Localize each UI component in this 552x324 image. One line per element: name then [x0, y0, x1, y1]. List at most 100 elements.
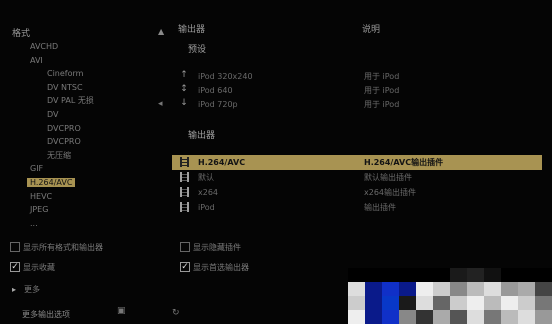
show-favorites-label: 显示收藏 — [23, 263, 55, 272]
show-all-label: 显示所有格式和输出器 — [23, 243, 103, 252]
preset-name: iPod 320x240 — [198, 72, 253, 81]
mosaic-cell — [382, 296, 399, 310]
tree-item-label: JPEG — [30, 205, 49, 215]
show-preferred-checkbox[interactable]: ✓ — [180, 261, 190, 272]
mosaic-cell — [484, 310, 501, 324]
mosaic-cell — [467, 282, 484, 296]
pixelated-region — [348, 268, 552, 324]
collapse-arrow-icon[interactable]: ◂ — [158, 99, 163, 109]
show-all-option[interactable]: 显示所有格式和输出器 — [10, 241, 103, 254]
exporter-row[interactable]: H.264/AVC H.264/AVC输出插件 — [172, 155, 542, 170]
exporter-name: 默认 — [198, 173, 214, 182]
mosaic-cell — [416, 282, 433, 296]
tree-item[interactable]: HEVC — [0, 190, 170, 204]
show-favorites-checkbox[interactable]: ✓ — [10, 261, 20, 272]
refresh-icon[interactable]: ↻ — [172, 308, 180, 318]
show-preferred-option[interactable]: ✓ 显示首选输出器 — [180, 261, 249, 274]
mosaic-cell — [501, 282, 518, 296]
mosaic-cell — [484, 296, 501, 310]
format-column-header[interactable]: 格式 — [12, 26, 30, 39]
exporter-column-header[interactable]: 输出器 — [178, 22, 205, 35]
more-export-options-button[interactable]: 更多输出选项 — [22, 309, 70, 320]
exporters-group-label: 输出器 — [188, 131, 216, 141]
preset-marker-icon: ↓ — [180, 98, 188, 108]
tree-item[interactable]: JPEG — [0, 203, 170, 217]
film-strip-icon — [180, 202, 189, 212]
tree-item[interactable]: DV — [0, 108, 170, 122]
mosaic-cell — [348, 268, 365, 282]
mosaic-cell — [416, 296, 433, 310]
mosaic-cell — [518, 268, 535, 282]
mosaic-cell — [382, 282, 399, 296]
mosaic-cell — [433, 268, 450, 282]
tree-item[interactable]: AVI — [0, 54, 170, 68]
mosaic-cell — [535, 268, 552, 282]
tree-item-label: DVCPRO — [47, 123, 81, 133]
tree-item[interactable]: DV PAL 无损 — [0, 94, 170, 108]
mosaic-cell — [467, 296, 484, 310]
tree-item-label: AVCHD — [30, 42, 59, 51]
preset-name: iPod 720p — [198, 100, 238, 109]
tree-item[interactable]: Cineform — [0, 67, 170, 81]
exporter-description: H.264/AVC输出插件 — [364, 158, 444, 167]
tree-item[interactable]: DVCPRO — [0, 135, 170, 149]
expand-arrow-icon[interactable]: ▸ — [12, 285, 16, 294]
tree-item[interactable]: H.264/AVC — [0, 176, 170, 190]
exporter-row[interactable]: 默认 默认输出插件 — [172, 170, 552, 185]
preset-row[interactable]: ↓ iPod 720p 用于 iPod — [172, 97, 552, 112]
exporter-row[interactable]: iPod 输出插件 — [172, 200, 552, 215]
mosaic-cell — [501, 310, 518, 324]
mosaic-cell — [416, 268, 433, 282]
exporter-row[interactable]: x264 x264输出插件 — [172, 185, 552, 200]
show-favorites-option[interactable]: ✓ 显示收藏 — [10, 261, 55, 274]
exporter-description: 输出插件 — [364, 203, 396, 212]
show-all-checkbox[interactable] — [10, 241, 20, 252]
exporter-name: H.264/AVC — [198, 158, 246, 167]
presets-group-label: 预设 — [188, 45, 207, 55]
tree-item[interactable]: ... — [0, 217, 170, 231]
preset-marker-icon: ↕ — [180, 84, 188, 94]
mosaic-cell — [518, 296, 535, 310]
tree-item-label: H.264/AVC — [27, 177, 76, 187]
save-icon[interactable]: ▣ — [117, 306, 126, 316]
mosaic-cell — [365, 282, 382, 296]
tree-item[interactable]: 无压缩 — [0, 149, 170, 163]
tree-item[interactable]: DV NTSC — [0, 81, 170, 95]
preset-description: 用于 iPod — [364, 72, 400, 81]
mosaic-cell — [348, 310, 365, 324]
show-hidden-checkbox[interactable] — [180, 241, 190, 252]
tree-item-label: DVCPRO — [47, 137, 81, 147]
mosaic-cell — [450, 310, 467, 324]
mosaic-cell — [535, 310, 552, 324]
mosaic-cell — [399, 310, 416, 324]
mosaic-cell — [535, 282, 552, 296]
mosaic-cell — [450, 282, 467, 296]
mosaic-cell — [365, 268, 382, 282]
mosaic-cell — [382, 310, 399, 324]
film-strip-icon — [180, 187, 189, 197]
preset-row[interactable]: ↑ iPod 320x240 用于 iPod — [172, 69, 552, 84]
mosaic-cell — [433, 310, 450, 324]
sort-up-icon[interactable]: ▲ — [158, 27, 164, 36]
exporter-description: 默认输出插件 — [364, 173, 412, 182]
show-hidden-option[interactable]: 显示隐藏插件 — [180, 241, 241, 254]
mosaic-cell — [416, 310, 433, 324]
tree-item[interactable]: AVCHD — [0, 40, 170, 54]
mosaic-cell — [348, 282, 365, 296]
mosaic-cell — [501, 268, 518, 282]
mosaic-cell — [518, 310, 535, 324]
tree-item[interactable]: DVCPRO — [0, 122, 170, 136]
mosaic-cell — [365, 310, 382, 324]
more-label[interactable]: 更多 — [24, 284, 40, 296]
tree-item[interactable]: GIF — [0, 162, 170, 176]
film-strip-icon — [180, 172, 189, 182]
show-preferred-label: 显示首选输出器 — [193, 263, 249, 272]
mosaic-cell — [433, 296, 450, 310]
mosaic-cell — [467, 268, 484, 282]
preset-row[interactable]: ↕ iPod 640 用于 iPod — [172, 83, 552, 98]
tree-item-label: ... — [30, 218, 38, 228]
description-column-header[interactable]: 说明 — [362, 22, 380, 35]
mosaic-cell — [450, 296, 467, 310]
tree-item-label: DV NTSC — [47, 82, 83, 92]
mosaic-cell — [467, 310, 484, 324]
